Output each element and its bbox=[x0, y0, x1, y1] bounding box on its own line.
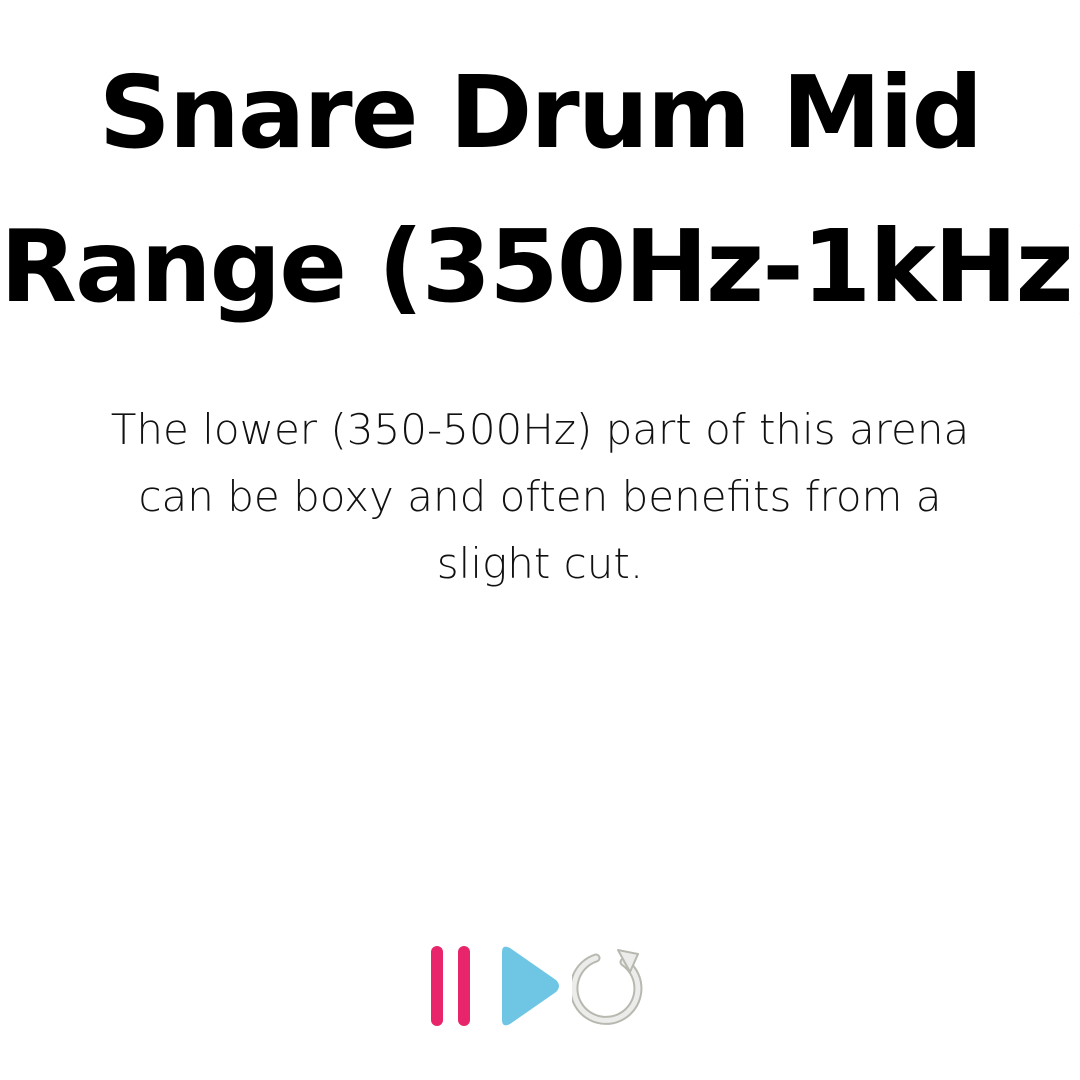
playback-controls bbox=[0, 940, 1080, 1032]
replay-icon bbox=[572, 949, 643, 1025]
pause-button[interactable] bbox=[424, 940, 504, 1032]
description-line-2: can be boxy and often benefits from a bbox=[138, 472, 942, 521]
description: The lower (350-500Hz) part of this arena… bbox=[90, 396, 990, 597]
description-line-3: slight cut. bbox=[436, 539, 644, 588]
play-button[interactable] bbox=[498, 940, 578, 1032]
pause-icon bbox=[431, 946, 470, 1026]
title-line-1: Snare Drum Mid bbox=[98, 54, 984, 171]
description-line-1: The lower (350-500Hz) part of this arena bbox=[110, 405, 970, 454]
replay-button[interactable] bbox=[572, 940, 652, 1032]
play-icon bbox=[502, 946, 559, 1026]
title-line-2: Range (350Hz-1kHz) bbox=[0, 208, 1080, 325]
page-title: Snare Drum Mid Range (350Hz-1kHz) bbox=[0, 36, 1080, 344]
